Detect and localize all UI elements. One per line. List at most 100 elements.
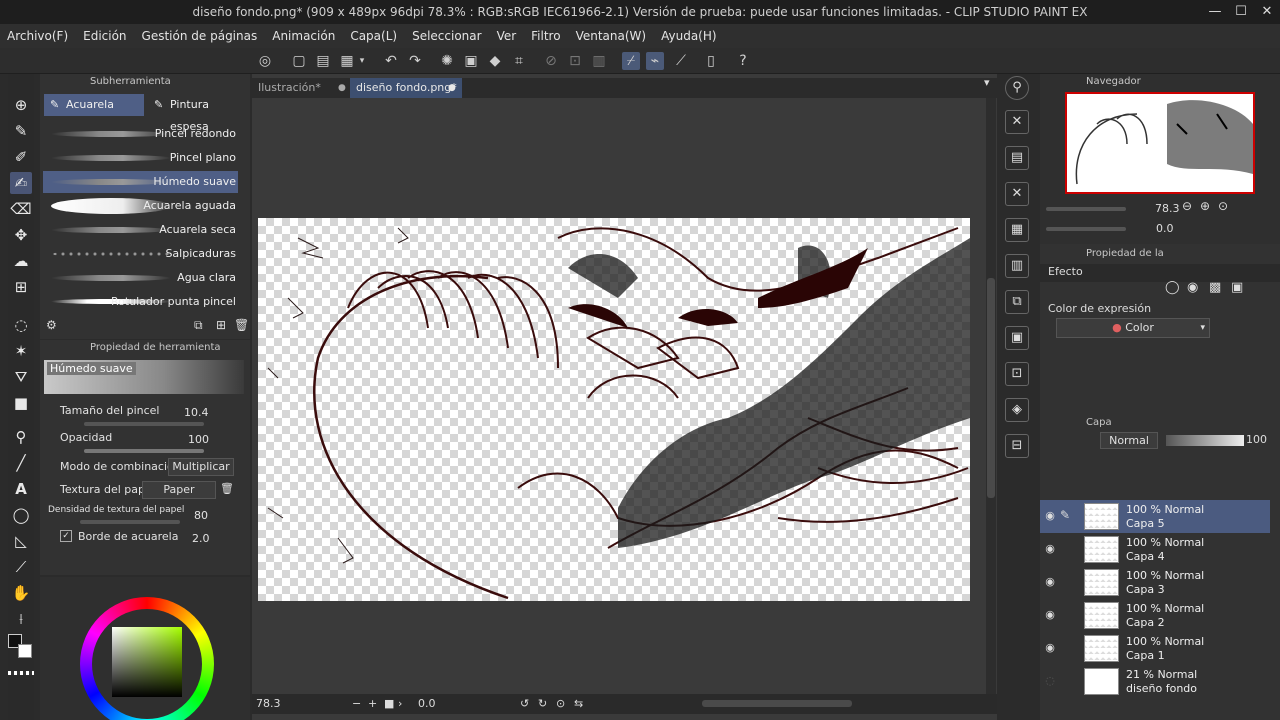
deselect-icon[interactable]: ⊘ — [542, 52, 560, 70]
sub-color-swatch[interactable] — [18, 644, 32, 658]
tab-acuarela[interactable]: ✎ Acuarela — [44, 94, 144, 116]
border-effect-icon[interactable]: ◯ — [1165, 280, 1180, 295]
transparent-color-swatch[interactable] — [8, 671, 34, 675]
tabs-chevron-down-icon[interactable]: ▾ — [984, 76, 990, 89]
extract-line-icon[interactable]: ◉ — [1187, 280, 1198, 295]
layer-row[interactable]: ◉ 100 % Normal Capa 1 — [1040, 632, 1270, 665]
visibility-eye-icon[interactable]: ◉ — [1043, 542, 1057, 555]
figure-tool-icon[interactable]: ⊞ — [10, 276, 32, 298]
help-icon[interactable]: ? — [734, 52, 752, 70]
menu-seleccionar[interactable]: Seleccionar — [405, 29, 489, 43]
eraser-tool-icon[interactable]: ⌫ — [10, 198, 32, 220]
drawing-canvas[interactable] — [258, 218, 970, 601]
layer-row[interactable]: ◉ 100 % Normal Capa 2 — [1040, 599, 1270, 632]
menu-archivo[interactable]: Archivo(F) — [0, 29, 76, 43]
open-file-icon[interactable]: ▤ — [314, 52, 332, 70]
eyedropper-tool-icon[interactable]: ⟊ — [10, 608, 32, 630]
fill-icon[interactable]: ◆ — [486, 52, 504, 70]
undo-icon[interactable]: ↶ — [382, 52, 400, 70]
tone-icon[interactable]: ▩ — [1209, 280, 1221, 295]
visibility-eye-icon[interactable]: ◉ — [1043, 575, 1057, 588]
menu-edicion[interactable]: Edición — [76, 29, 134, 43]
watercolor-edge-checkbox[interactable]: ✓ — [60, 530, 72, 542]
menu-ayuda[interactable]: Ayuda(H) — [654, 29, 724, 43]
layer-blend-mode-dropdown[interactable]: Normal — [1100, 432, 1158, 449]
horizontal-scroll-thumb[interactable] — [702, 700, 852, 707]
vertical-scrollbar[interactable] — [986, 98, 996, 694]
panel-tool-icon[interactable]: ◺ — [10, 530, 32, 552]
layer-row[interactable]: ◌ 21 % Normal diseño fondo — [1040, 665, 1270, 698]
texture-density-slider[interactable] — [80, 520, 180, 524]
brush-size-slider[interactable] — [84, 422, 204, 426]
auto-action-icon[interactable]: ⊡ — [1005, 362, 1029, 386]
brush-item-acuarela-seca[interactable]: Acuarela seca — [43, 219, 238, 241]
invert-icon[interactable]: ▥ — [590, 52, 608, 70]
doc-tab-ilustracion[interactable]: Ilustración* ● — [252, 78, 350, 98]
layer-row[interactable]: ◉ 100 % Normal Capa 4 — [1040, 533, 1270, 566]
minimize-button[interactable]: — — [1202, 0, 1228, 24]
doc-tab-diseno-fondo[interactable]: diseño fondo.png* ● — [350, 78, 462, 98]
gradient-tool-icon[interactable]: ■ — [10, 392, 32, 414]
tab-pintura-espesa[interactable]: ✎ Pintura espesa — [148, 94, 248, 133]
flip-icon[interactable]: ⇆ — [574, 694, 583, 714]
sub-view-icon[interactable]: ◈ — [1005, 398, 1029, 422]
zoom-out-icon[interactable]: ⊖ — [1182, 199, 1192, 213]
menu-ventana[interactable]: Ventana(W) — [569, 29, 655, 43]
menu-animacion[interactable]: Animación — [265, 29, 343, 43]
bucket-tool-icon[interactable]: ⛛ — [10, 366, 32, 388]
layer-property-icon[interactable]: ▤ — [1005, 146, 1029, 170]
visibility-eye-icon[interactable]: ◉ — [1043, 641, 1057, 654]
timeline-icon[interactable]: ▦ — [1005, 218, 1029, 242]
crop-icon[interactable]: ⊡ — [566, 52, 584, 70]
navigator-zoom-slider[interactable] — [1046, 207, 1126, 211]
navigator-zoom-value[interactable]: 78.3 — [1155, 202, 1180, 215]
menu-capa[interactable]: Capa(L) — [343, 29, 405, 43]
brush-item-agua-clara[interactable]: Agua clara — [43, 267, 238, 289]
menu-filtro[interactable]: Filtro — [524, 29, 568, 43]
brush-size-value[interactable]: 10.4 — [184, 406, 209, 419]
navigator-rotation-value[interactable]: 0.0 — [1156, 222, 1174, 235]
rotate-right-icon[interactable]: ↻ — [538, 694, 547, 714]
brush-item-rotulador-punta-pincel[interactable]: Rotulador punta pincel — [43, 291, 238, 313]
clear-texture-icon[interactable]: 🗑 — [220, 482, 234, 495]
brush-tool-icon[interactable]: ✍ — [10, 172, 32, 194]
navigator-preview[interactable] — [1065, 92, 1255, 194]
delete-subtool-icon[interactable]: 🗑 — [234, 318, 249, 332]
add-subtool-icon[interactable]: ⊞ — [216, 318, 226, 332]
zoom-tool-icon[interactable]: ⊕ — [10, 94, 32, 116]
brush-item-salpicaduras[interactable]: Salpicaduras — [43, 243, 238, 265]
duplicate-subtool-icon[interactable]: ⧉ — [194, 318, 203, 333]
rotate-left-icon[interactable]: ↺ — [520, 694, 529, 714]
opacity-slider[interactable] — [84, 449, 204, 453]
snap-special-ruler-icon[interactable]: ⌁ — [646, 52, 664, 70]
blend-tool-icon[interactable]: ☁ — [10, 250, 32, 272]
visibility-eye-icon[interactable]: ◉ — [1043, 608, 1057, 621]
layer-opacity-slider[interactable] — [1166, 435, 1244, 446]
save-icon[interactable]: ▦ — [338, 52, 356, 70]
operation-tool-icon[interactable]: ⚲ — [10, 426, 32, 448]
texture-density-value[interactable]: 80 — [194, 509, 208, 522]
layer-search-icon[interactable]: ⊟ — [1005, 434, 1029, 458]
redo-icon[interactable]: ↷ — [406, 52, 424, 70]
notes-icon[interactable]: ▯ — [702, 52, 720, 70]
maximize-button[interactable]: ☐ — [1228, 0, 1254, 24]
pen-tool-icon[interactable]: ✎ — [10, 120, 32, 142]
blend-mode-dropdown[interactable]: Multiplicar — [168, 458, 234, 476]
close-tab-icon[interactable]: ● — [448, 78, 456, 98]
lasso-tool-icon[interactable]: ◌ — [10, 314, 32, 336]
balloon-tool-icon[interactable]: ◯ — [10, 504, 32, 526]
zoom-out-icon[interactable]: − — [352, 694, 361, 714]
visibility-eye-icon[interactable]: ◉ — [1043, 509, 1057, 522]
subtool-settings-icon[interactable]: ⚙ — [46, 318, 57, 332]
snap-grid-icon[interactable]: ⟋ — [672, 52, 690, 70]
clip-studio-icon[interactable]: ◎ — [256, 52, 274, 70]
quick-access-icon[interactable]: ▣ — [1005, 326, 1029, 350]
history-icon[interactable]: ▥ — [1005, 254, 1029, 278]
material-icon[interactable]: ✕ — [1005, 110, 1029, 134]
fit-view-icon[interactable]: ⊙ — [1218, 199, 1228, 213]
paper-texture-button[interactable]: Paper — [142, 481, 216, 499]
rotation-value[interactable]: 0.0 — [418, 694, 436, 714]
layer-row[interactable]: ◉ ✎ 100 % Normal Capa 5 — [1040, 500, 1270, 533]
watercolor-edge-value[interactable]: 2.0 — [192, 532, 210, 545]
brush-item-humedo-suave[interactable]: Húmedo suave — [43, 171, 238, 193]
